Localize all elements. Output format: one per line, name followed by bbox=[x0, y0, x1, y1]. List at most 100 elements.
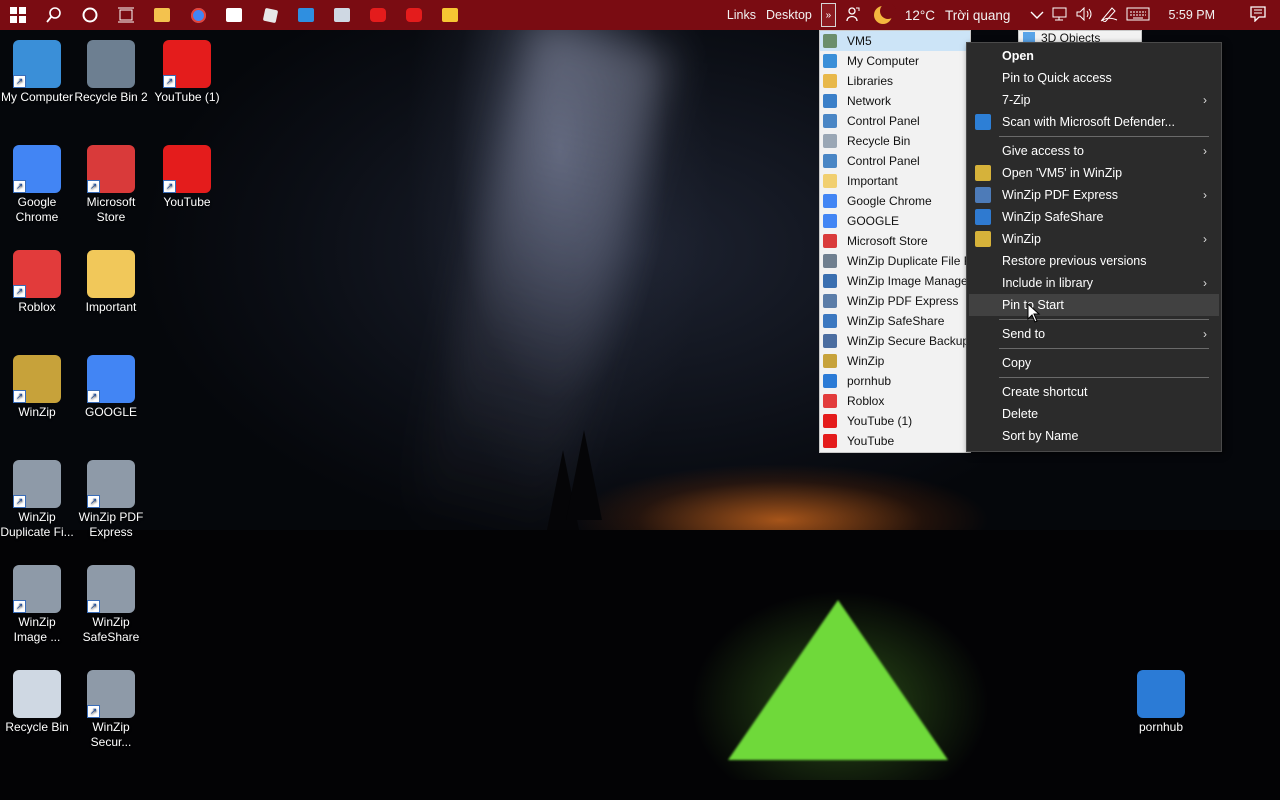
menu-separator bbox=[999, 348, 1209, 349]
desktop-icon-winzip-image[interactable]: ↗ WinZip Image ... bbox=[0, 565, 74, 645]
weather-widget[interactable]: 12°C Trời quang bbox=[873, 3, 1016, 24]
menu-list-item[interactable]: pornhub bbox=[820, 371, 970, 391]
desktop-icon-roblox[interactable]: ↗ Roblox bbox=[0, 250, 74, 315]
desktop-icon-label: WinZip Secur... bbox=[90, 720, 132, 749]
volume-icon[interactable] bbox=[1073, 6, 1097, 24]
desktop-icon-recycle-bin[interactable]: Recycle Bin bbox=[0, 670, 74, 735]
context-menu-item-include-in-library[interactable]: Include in library › bbox=[969, 272, 1219, 294]
3d-objects-icon bbox=[1023, 32, 1035, 42]
desktop-icon-pornhub[interactable]: pornhub bbox=[1124, 670, 1198, 735]
task-view-button[interactable] bbox=[108, 0, 144, 30]
desktop-icon-winzip[interactable]: ↗ WinZip bbox=[0, 355, 74, 420]
context-menu-item-open[interactable]: Open bbox=[969, 45, 1219, 67]
context-menu-item-restore-previous-versions[interactable]: Restore previous versions bbox=[969, 250, 1219, 272]
menu-list-item[interactable]: YouTube bbox=[820, 431, 970, 451]
search-button[interactable] bbox=[36, 0, 72, 30]
menu-list-item[interactable]: Libraries bbox=[820, 71, 970, 91]
menu-list-item[interactable]: Google Chrome bbox=[820, 191, 970, 211]
context-menu-item-delete[interactable]: Delete bbox=[969, 403, 1219, 425]
taskbar-app-blue[interactable] bbox=[288, 0, 324, 30]
desktop-icon-my-computer[interactable]: ↗ My Computer bbox=[0, 40, 74, 105]
taskbar-youtube-2[interactable] bbox=[396, 0, 432, 30]
desktop-icon-winzip-secur[interactable]: ↗ WinZip Secur... bbox=[74, 670, 148, 750]
taskbar-store[interactable] bbox=[216, 0, 252, 30]
desktop-icon-youtube[interactable]: ↗ YouTube bbox=[150, 145, 224, 210]
taskbar-file-explorer[interactable] bbox=[144, 0, 180, 30]
menu-list-item-label: Control Panel bbox=[847, 114, 920, 128]
menu-list-item[interactable]: WinZip SafeShare bbox=[820, 311, 970, 331]
desktop-icon-google[interactable]: ↗ GOOGLE bbox=[74, 355, 148, 420]
network-icon[interactable] bbox=[1049, 7, 1073, 24]
desktop-icon-winzip-safeshare[interactable]: ↗ WinZip SafeShare bbox=[74, 565, 148, 645]
item-icon bbox=[823, 174, 837, 188]
context-menu-item-give-access-to[interactable]: Give access to › bbox=[969, 140, 1219, 162]
menu-list-item[interactable]: Roblox bbox=[820, 391, 970, 411]
menu-list-item[interactable]: Control Panel bbox=[820, 111, 970, 131]
context-menu-item-winzip-pdf-express[interactable]: WinZip PDF Express › bbox=[969, 184, 1219, 206]
menu-list-item-label: WinZip Image Manage bbox=[847, 274, 968, 288]
item-icon bbox=[823, 434, 837, 448]
desktop-icon-youtube-1[interactable]: ↗ YouTube (1) bbox=[150, 40, 224, 105]
menu-list-item[interactable]: Important bbox=[820, 171, 970, 191]
menu-list-item[interactable]: YouTube (1) bbox=[820, 411, 970, 431]
toolbar-overflow-button[interactable]: » bbox=[820, 3, 836, 27]
cortana-button[interactable] bbox=[72, 0, 108, 30]
notification-center-icon[interactable] bbox=[1236, 5, 1280, 25]
pen-workspace-icon[interactable] bbox=[1097, 6, 1121, 25]
shortcut-arrow-icon: ↗ bbox=[87, 495, 100, 508]
desktop-icon-important[interactable]: Important bbox=[74, 250, 148, 315]
menu-list-item[interactable]: Control Panel bbox=[820, 151, 970, 171]
context-menu-item-create-shortcut[interactable]: Create shortcut bbox=[969, 381, 1219, 403]
desktop-icon-winzip-pdf-express[interactable]: ↗ WinZip PDF Express bbox=[74, 460, 148, 540]
menu-list-item[interactable]: WinZip Duplicate File F bbox=[820, 251, 970, 271]
context-menu-item-scan-with-microsoft-defender[interactable]: Scan with Microsoft Defender... bbox=[969, 111, 1219, 133]
defender-shield-icon bbox=[975, 114, 991, 130]
chevron-up-icon[interactable] bbox=[1025, 8, 1049, 23]
taskbar-app-image[interactable] bbox=[324, 0, 360, 30]
context-menu-item-copy[interactable]: Copy bbox=[969, 352, 1219, 374]
item-icon bbox=[823, 54, 837, 68]
item-icon bbox=[823, 114, 837, 128]
clock[interactable]: 5:59 PM bbox=[1163, 8, 1220, 22]
taskbar-chrome[interactable] bbox=[180, 0, 216, 30]
chrome-icon bbox=[190, 7, 206, 23]
context-menu-item-sort-by-name[interactable]: Sort by Name bbox=[969, 425, 1219, 447]
menu-list-item-label: YouTube bbox=[847, 434, 895, 448]
context-menu-item-pin-to-start[interactable]: Pin to Start bbox=[969, 294, 1219, 316]
menu-list-item[interactable]: VM5 bbox=[820, 31, 970, 51]
desktop-icon-microsoft-store[interactable]: ↗ Microsoft Store bbox=[74, 145, 148, 225]
taskbar-youtube-1[interactable] bbox=[360, 0, 396, 30]
desktop-toolbar[interactable]: Desktop bbox=[761, 8, 817, 22]
menu-list-item[interactable]: WinZip Secure Backup bbox=[820, 331, 970, 351]
touch-keyboard-icon[interactable] bbox=[1121, 7, 1155, 24]
menu-list-item[interactable]: GOOGLE bbox=[820, 211, 970, 231]
menu-list-item[interactable]: Network bbox=[820, 91, 970, 111]
links-toolbar[interactable]: Links bbox=[722, 8, 761, 22]
menu-list-item[interactable]: WinZip bbox=[820, 351, 970, 371]
menu-list-item[interactable]: Microsoft Store bbox=[820, 231, 970, 251]
context-menu-label: Create shortcut bbox=[1002, 385, 1088, 399]
taskbar-roblox[interactable] bbox=[252, 0, 288, 30]
taskbar-sticky-notes[interactable] bbox=[432, 0, 468, 30]
start-button[interactable] bbox=[0, 0, 36, 30]
context-menu-item-7-zip[interactable]: 7-Zip › bbox=[969, 89, 1219, 111]
menu-list-item[interactable]: Recycle Bin bbox=[820, 131, 970, 151]
context-menu-item-send-to[interactable]: Send to › bbox=[969, 323, 1219, 345]
context-menu-item-pin-to-quick-access[interactable]: Pin to Quick access bbox=[969, 67, 1219, 89]
menu-list-item[interactable]: WinZip Image Manage bbox=[820, 271, 970, 291]
submenu-arrow-icon: › bbox=[1203, 188, 1207, 202]
desktop-icon-recycle-bin-2[interactable]: Recycle Bin 2 bbox=[74, 40, 148, 105]
shortcut-arrow-icon: ↗ bbox=[163, 180, 176, 193]
shortcut-arrow-icon: ↗ bbox=[87, 180, 100, 193]
people-icon[interactable] bbox=[842, 6, 866, 25]
context-menu-item-winzip-safeshare[interactable]: WinZip SafeShare bbox=[969, 206, 1219, 228]
menu-list-item[interactable]: WinZip PDF Express bbox=[820, 291, 970, 311]
mouse-cursor-icon bbox=[1027, 303, 1041, 323]
context-menu-item-winzip[interactable]: WinZip › bbox=[969, 228, 1219, 250]
menu-separator bbox=[999, 377, 1209, 378]
desktop-icon-google-chrome[interactable]: ↗ Google Chrome bbox=[0, 145, 74, 225]
menu-list-item[interactable]: My Computer bbox=[820, 51, 970, 71]
desktop-icon-label: Important bbox=[85, 300, 137, 314]
desktop-icon-winzip-duplicate-fi[interactable]: ↗ WinZip Duplicate Fi... bbox=[0, 460, 74, 540]
context-menu-item-open-vm5-in-winzip[interactable]: Open 'VM5' in WinZip bbox=[969, 162, 1219, 184]
